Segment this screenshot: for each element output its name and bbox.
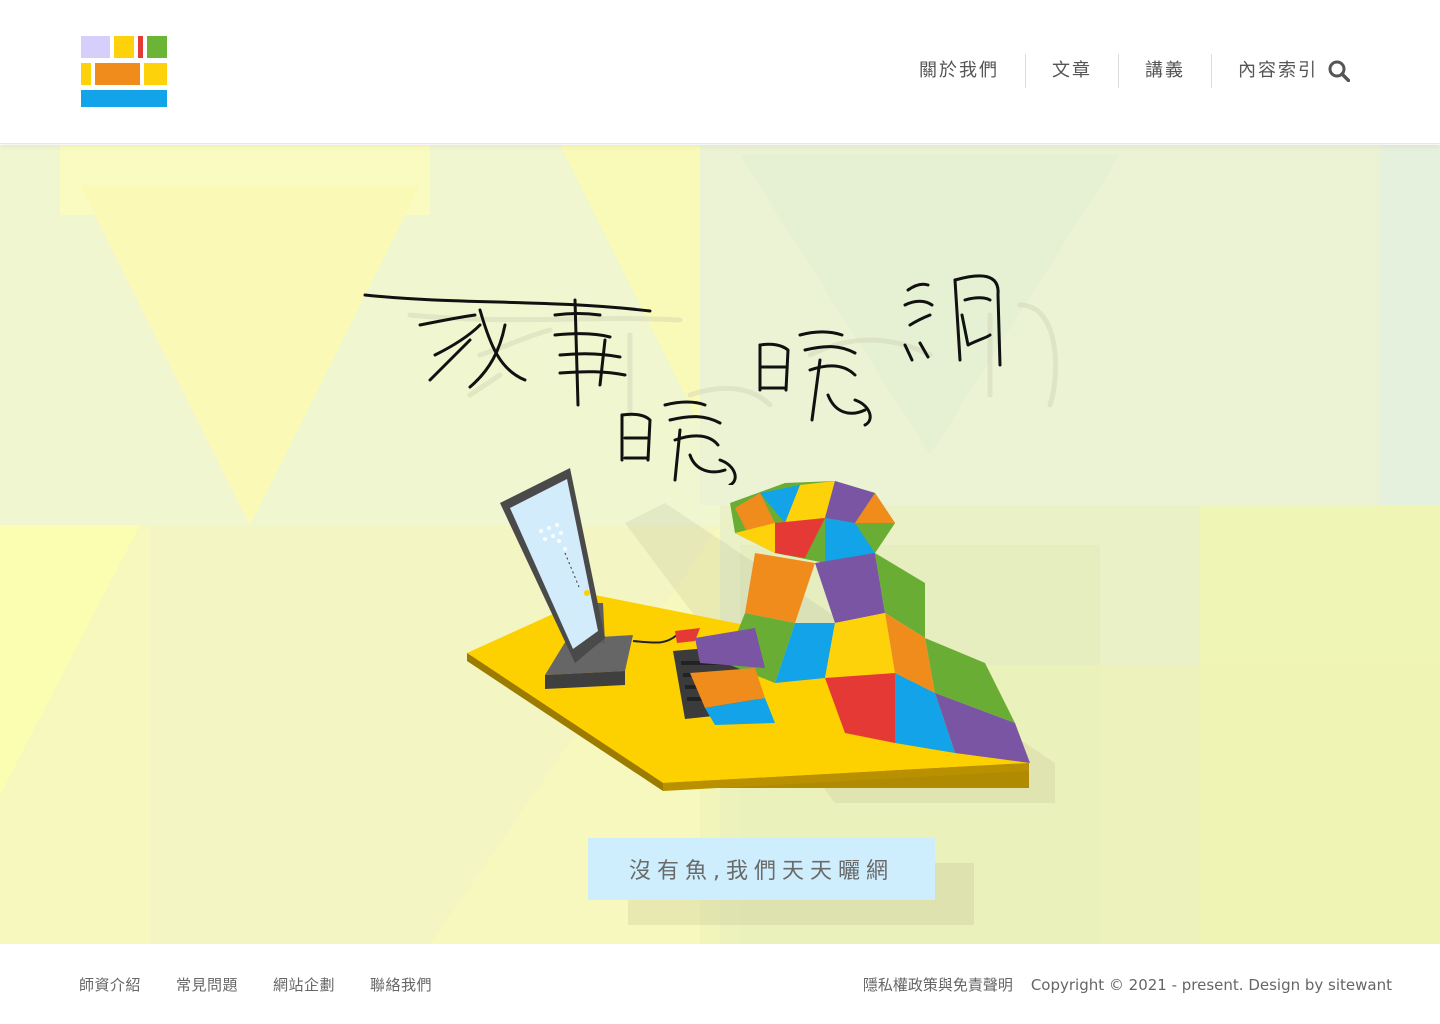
site-logo[interactable] — [81, 36, 167, 107]
copyright-text: Copyright © 2021 - present. Design by si… — [1030, 975, 1392, 994]
nav-articles[interactable]: 文章 — [1025, 54, 1118, 88]
hero-title-calligraphy — [363, 274, 1059, 485]
nav-content-index[interactable]: 內容索引 — [1211, 54, 1326, 88]
footer-legal: 隱私權政策與免責聲明 Copyright © 2021 - present. D… — [863, 974, 1392, 995]
nav-about[interactable]: 關於我們 — [893, 54, 1025, 88]
footer-link-site-planning[interactable]: 網站企劃 — [273, 974, 335, 995]
main-nav: 關於我們 文章 講義 內容索引 — [893, 54, 1352, 88]
hero-banner: 沒有魚,我們天天曬網 — [0, 145, 1440, 944]
privacy-policy-link[interactable]: 隱私權政策與免責聲明 — [863, 974, 1013, 995]
site-header: 關於我們 文章 講義 內容索引 — [0, 0, 1440, 144]
footer-link-faq[interactable]: 常見問題 — [176, 974, 238, 995]
nav-handouts[interactable]: 講義 — [1118, 54, 1211, 88]
hero-illustration — [467, 468, 1055, 803]
hero-tagline: 沒有魚,我們天天曬網 — [588, 838, 935, 900]
site-footer: 師資介紹 常見問題 網站企劃 聯絡我們 隱私權政策與免責聲明 Copyright… — [0, 944, 1440, 1024]
search-icon[interactable] — [1326, 58, 1352, 84]
footer-link-contact[interactable]: 聯絡我們 — [370, 974, 432, 995]
footer-link-teachers[interactable]: 師資介紹 — [79, 974, 141, 995]
footer-links: 師資介紹 常見問題 網站企劃 聯絡我們 — [79, 974, 467, 995]
